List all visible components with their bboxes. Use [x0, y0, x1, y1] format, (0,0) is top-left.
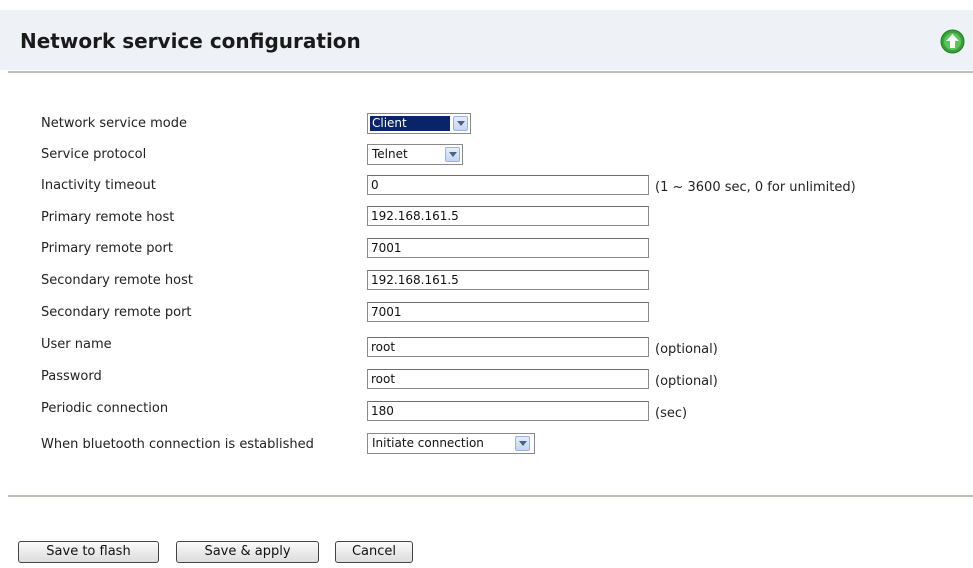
cancel-button[interactable]: Cancel	[335, 541, 413, 563]
inactivity-input[interactable]	[367, 175, 649, 195]
password-label: Password	[41, 369, 102, 384]
back-to-top-icon[interactable]	[940, 29, 965, 54]
user-name-hint: (optional)	[655, 342, 718, 357]
bt-action-label: When bluetooth connection is established	[41, 437, 314, 452]
periodic-input[interactable]	[367, 401, 649, 421]
protocol-label: Service protocol	[41, 147, 147, 162]
periodic-hint: (sec)	[655, 406, 688, 421]
inactivity-hint: (1 ~ 3600 sec, 0 for unlimited)	[655, 180, 856, 195]
chevron-down-icon[interactable]	[453, 116, 468, 131]
save-apply-button[interactable]: Save & apply	[176, 541, 319, 563]
page-title: Network service configuration	[20, 29, 361, 53]
secondary-port-input[interactable]	[367, 302, 649, 322]
chevron-down-icon[interactable]	[515, 436, 530, 451]
protocol-select[interactable]: Telnet	[367, 144, 463, 165]
page-header: Network service configuration	[0, 10, 973, 70]
save-to-flash-button[interactable]: Save to flash	[18, 541, 159, 563]
bt-action-select-value: Initiate connection	[372, 436, 484, 450]
user-name-label: User name	[41, 337, 112, 352]
bt-action-select[interactable]: Initiate connection	[367, 433, 535, 454]
secondary-host-input[interactable]	[367, 270, 649, 290]
user-name-input[interactable]	[367, 337, 649, 357]
secondary-host-label: Secondary remote host	[41, 273, 193, 288]
mode-select-value: Client	[370, 116, 450, 131]
inactivity-label: Inactivity timeout	[41, 178, 156, 193]
primary-port-label: Primary remote port	[41, 241, 173, 256]
mode-select[interactable]: Client	[367, 113, 471, 134]
secondary-port-label: Secondary remote port	[41, 305, 192, 320]
password-hint: (optional)	[655, 374, 718, 389]
footer-divider	[8, 495, 973, 497]
password-input[interactable]	[367, 369, 649, 389]
mode-label: Network service mode	[41, 116, 187, 131]
periodic-label: Periodic connection	[41, 401, 169, 416]
primary-port-input[interactable]	[367, 238, 649, 258]
chevron-down-icon[interactable]	[445, 147, 460, 162]
protocol-select-value: Telnet	[372, 147, 408, 161]
primary-host-label: Primary remote host	[41, 210, 175, 225]
primary-host-input[interactable]	[367, 206, 649, 226]
